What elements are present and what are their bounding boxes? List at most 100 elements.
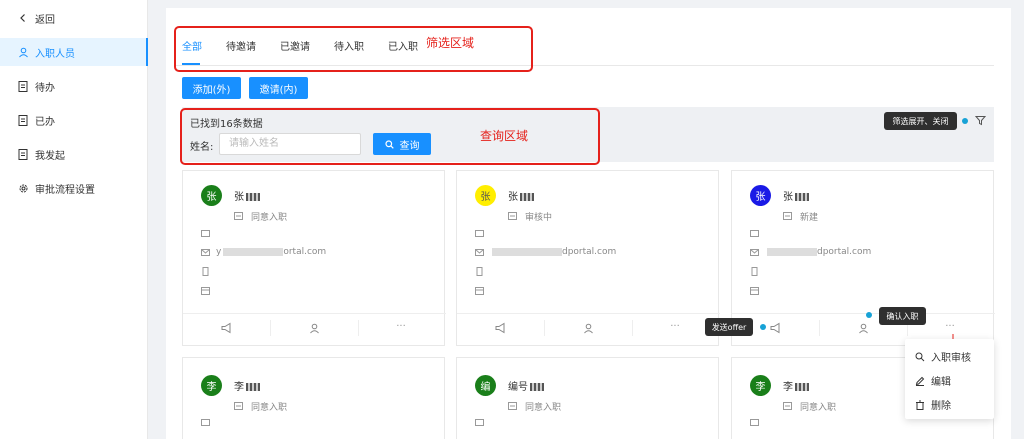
sidebar-item-label: 入职人员 xyxy=(35,48,75,60)
calendar-icon xyxy=(475,286,484,295)
card-more-menu: 入职审核 编辑 删除 xyxy=(905,339,994,419)
status-text: 同意入职 xyxy=(251,403,288,413)
document-icon xyxy=(17,148,29,160)
filter-toggle-tooltip: 筛选展开、关闭 xyxy=(884,112,957,130)
chevron-left-icon xyxy=(17,12,29,24)
status-text: 审核中 xyxy=(525,213,553,223)
calendar-status-icon xyxy=(783,211,792,220)
mail-icon xyxy=(750,248,759,257)
footer-separator xyxy=(819,320,820,336)
status-text: 同意入职 xyxy=(800,403,837,413)
edit-icon xyxy=(915,376,925,386)
card-footer-divider xyxy=(183,313,446,314)
confirm-onboard-tooltip: 确认入职 xyxy=(879,307,926,325)
more-icon[interactable]: ··· xyxy=(395,320,407,332)
search-icon xyxy=(915,352,925,362)
menu-item-delete[interactable]: 删除 xyxy=(915,397,951,412)
avatar: 李 xyxy=(750,375,771,396)
confirm-onboard-icon[interactable] xyxy=(308,322,320,334)
id-card-icon xyxy=(750,418,759,427)
invite-internal-button[interactable]: 邀请(内) xyxy=(249,77,308,99)
query-area-annotation-box xyxy=(180,108,600,165)
sidebar-item-onboarding[interactable]: 入职人员 xyxy=(0,38,148,66)
footer-separator xyxy=(270,320,271,336)
email-text: dportal.com xyxy=(490,247,616,257)
send-offer-tooltip: 发送offer xyxy=(705,318,753,336)
menu-item-edit[interactable]: 编辑 xyxy=(915,373,951,388)
more-icon[interactable]: ··· xyxy=(944,320,956,332)
sidebar-item-initiated[interactable]: 我发起 xyxy=(0,140,148,168)
send-offer-icon[interactable] xyxy=(770,322,782,334)
back-link[interactable]: 返回 xyxy=(0,4,148,32)
filter-icon[interactable] xyxy=(975,115,986,126)
sidebar-item-approval-settings[interactable]: 审批流程设置 xyxy=(0,174,148,202)
filter-area-annotation-label: 筛选区域 xyxy=(426,36,475,50)
confirm-onboard-icon[interactable] xyxy=(582,322,594,334)
calendar-status-icon xyxy=(508,211,517,220)
card-footer-divider xyxy=(732,313,995,314)
calendar-icon xyxy=(201,286,210,295)
sidebar-item-label: 我发起 xyxy=(35,150,65,162)
avatar: 张 xyxy=(750,185,771,206)
calendar-status-icon xyxy=(234,211,243,220)
menu-item-label: 删除 xyxy=(931,401,951,412)
candidate-name: 李 xyxy=(234,378,260,393)
avatar: 李 xyxy=(201,375,222,396)
footer-separator xyxy=(544,320,545,336)
back-label: 返回 xyxy=(35,14,55,26)
add-external-button[interactable]: 添加(外) xyxy=(182,77,241,99)
candidate-name: 张 xyxy=(783,188,809,203)
candidate-name: 张 xyxy=(508,188,534,203)
footer-separator xyxy=(632,320,633,336)
candidate-name: 编号 xyxy=(508,378,544,393)
query-area-annotation-label: 查询区域 xyxy=(480,129,529,143)
avatar: 编 xyxy=(475,375,496,396)
user-icon xyxy=(17,46,29,58)
sidebar-item-label: 已办 xyxy=(35,116,55,128)
send-offer-icon[interactable] xyxy=(221,322,233,334)
gear-icon xyxy=(17,182,29,194)
calendar-status-icon xyxy=(783,401,792,410)
candidate-card[interactable]: 李 李 同意入职 xyxy=(182,357,445,439)
trash-icon xyxy=(915,400,925,410)
id-card-icon xyxy=(750,229,759,238)
footer-separator xyxy=(358,320,359,336)
menu-item-onboard-review[interactable]: 入职审核 xyxy=(915,349,971,364)
candidate-name: 张 xyxy=(234,188,260,203)
tooltip-dot xyxy=(866,312,872,318)
candidate-card[interactable]: 编 编号 同意入职 xyxy=(456,357,719,439)
id-card-icon xyxy=(201,418,210,427)
mail-icon xyxy=(475,248,484,257)
status-text: 同意入职 xyxy=(251,213,288,223)
candidate-card[interactable]: 张 张 审核中 dportal.com ··· xyxy=(456,170,720,346)
email-text: y ortal.com xyxy=(216,247,327,257)
calendar-icon xyxy=(750,286,759,295)
email-text: dportal.com xyxy=(765,247,871,257)
menu-item-label: 编辑 xyxy=(931,377,951,388)
send-offer-icon[interactable] xyxy=(495,322,507,334)
more-icon[interactable]: ··· xyxy=(669,320,681,332)
candidate-card[interactable]: 张 张 同意入职 y ortal.com ··· xyxy=(182,170,446,346)
phone-icon xyxy=(475,267,484,276)
sidebar: 返回 入职人员 待办 已办 我发起 审批流程设置 xyxy=(0,0,148,439)
filter-area-annotation-box xyxy=(174,26,533,72)
sidebar-item-todo[interactable]: 待办 xyxy=(0,72,148,100)
phone-icon xyxy=(201,267,210,276)
confirm-onboard-icon[interactable] xyxy=(857,322,869,334)
document-icon xyxy=(17,114,29,126)
candidate-name: 李 xyxy=(783,378,809,393)
sidebar-item-label: 审批流程设置 xyxy=(35,184,95,196)
menu-item-label: 入职审核 xyxy=(931,353,971,364)
mail-icon xyxy=(201,248,210,257)
id-card-icon xyxy=(475,229,484,238)
sidebar-item-label: 待办 xyxy=(35,82,55,94)
status-text: 新建 xyxy=(800,213,819,223)
sidebar-item-done[interactable]: 已办 xyxy=(0,106,148,134)
calendar-status-icon xyxy=(234,401,243,410)
tooltip-dot xyxy=(760,324,766,330)
id-card-icon xyxy=(475,418,484,427)
candidate-card[interactable]: 张 张 新建 dportal.com ··· xyxy=(731,170,995,346)
calendar-status-icon xyxy=(508,401,517,410)
id-card-icon xyxy=(201,229,210,238)
tooltip-dot xyxy=(962,118,968,124)
